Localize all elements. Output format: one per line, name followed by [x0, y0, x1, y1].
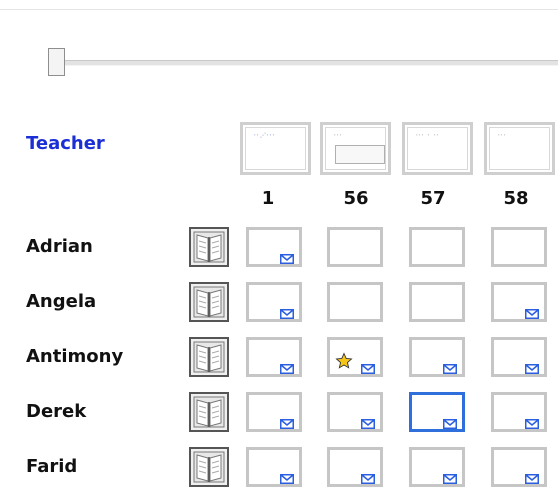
mail-icon — [280, 469, 294, 484]
page-thumbnail-1[interactable]: ⋅⋅⋰⋅⋅⋅ — [240, 122, 311, 175]
thumbnail-content: ⋅⋅⋅ — [334, 132, 343, 139]
submission-cell[interactable] — [409, 227, 465, 267]
mail-icon — [525, 359, 539, 374]
mail-icon — [280, 304, 294, 319]
mail-icon — [443, 359, 457, 374]
submission-cell[interactable] — [491, 392, 547, 432]
thumbnail-shape — [335, 145, 385, 164]
mail-icon — [361, 469, 375, 484]
submission-cell[interactable] — [246, 282, 302, 322]
submission-cell[interactable] — [409, 337, 465, 377]
student-name: Farid — [26, 456, 78, 477]
submission-cell[interactable] — [491, 337, 547, 377]
student-name: Adrian — [26, 236, 93, 257]
submission-cell[interactable] — [491, 447, 547, 487]
submission-cell[interactable] — [491, 282, 547, 322]
mail-icon — [525, 304, 539, 319]
student-name: Antimony — [26, 346, 124, 367]
open-book-icon[interactable] — [189, 337, 229, 377]
submission-cell[interactable] — [246, 392, 302, 432]
zoom-slider-thumb[interactable] — [48, 48, 65, 76]
submission-cell[interactable] — [246, 337, 302, 377]
mail-icon — [525, 469, 539, 484]
student-name: Derek — [26, 401, 87, 422]
submission-cell[interactable] — [409, 282, 465, 322]
teacher-label: Teacher — [26, 133, 105, 154]
column-number: 57 — [420, 188, 446, 209]
mail-icon — [443, 414, 457, 429]
student-name: Angela — [26, 291, 97, 312]
mail-icon — [280, 249, 294, 264]
mail-icon — [525, 414, 539, 429]
mail-icon — [280, 359, 294, 374]
open-book-icon[interactable] — [189, 447, 229, 487]
star-icon — [335, 352, 353, 370]
top-divider — [0, 9, 558, 10]
thumbnail-content: ⋅⋅⋅ — [498, 132, 507, 139]
submission-cell[interactable] — [409, 447, 465, 487]
column-number: 58 — [503, 188, 529, 209]
open-book-icon[interactable] — [189, 227, 229, 267]
zoom-slider-track[interactable] — [62, 60, 558, 66]
submission-cell[interactable] — [327, 447, 383, 487]
mail-icon — [361, 414, 375, 429]
submission-cell[interactable] — [327, 282, 383, 322]
submission-cell[interactable] — [327, 392, 383, 432]
thumbnail-content: ⋅⋅⋰⋅⋅⋅ — [254, 132, 276, 139]
submission-cell[interactable] — [409, 392, 465, 432]
mail-icon — [443, 469, 457, 484]
submission-cell[interactable] — [491, 227, 547, 267]
submission-cell[interactable] — [327, 337, 383, 377]
page-thumbnail-58[interactable]: ⋅⋅⋅ — [484, 122, 555, 175]
submission-cell[interactable] — [246, 447, 302, 487]
open-book-icon[interactable] — [189, 392, 229, 432]
mail-icon — [361, 359, 375, 374]
submission-cell[interactable] — [327, 227, 383, 267]
mail-icon — [280, 414, 294, 429]
page-thumbnail-57[interactable]: ⋅⋅⋅ ⋅ ⋅⋅ — [402, 122, 473, 175]
column-number: 1 — [261, 188, 275, 209]
thumbnail-content: ⋅⋅⋅ ⋅ ⋅⋅ — [416, 132, 440, 139]
open-book-icon[interactable] — [189, 282, 229, 322]
submission-cell[interactable] — [246, 227, 302, 267]
column-number: 56 — [343, 188, 369, 209]
page-thumbnail-56[interactable]: ⋅⋅⋅ — [320, 122, 391, 175]
